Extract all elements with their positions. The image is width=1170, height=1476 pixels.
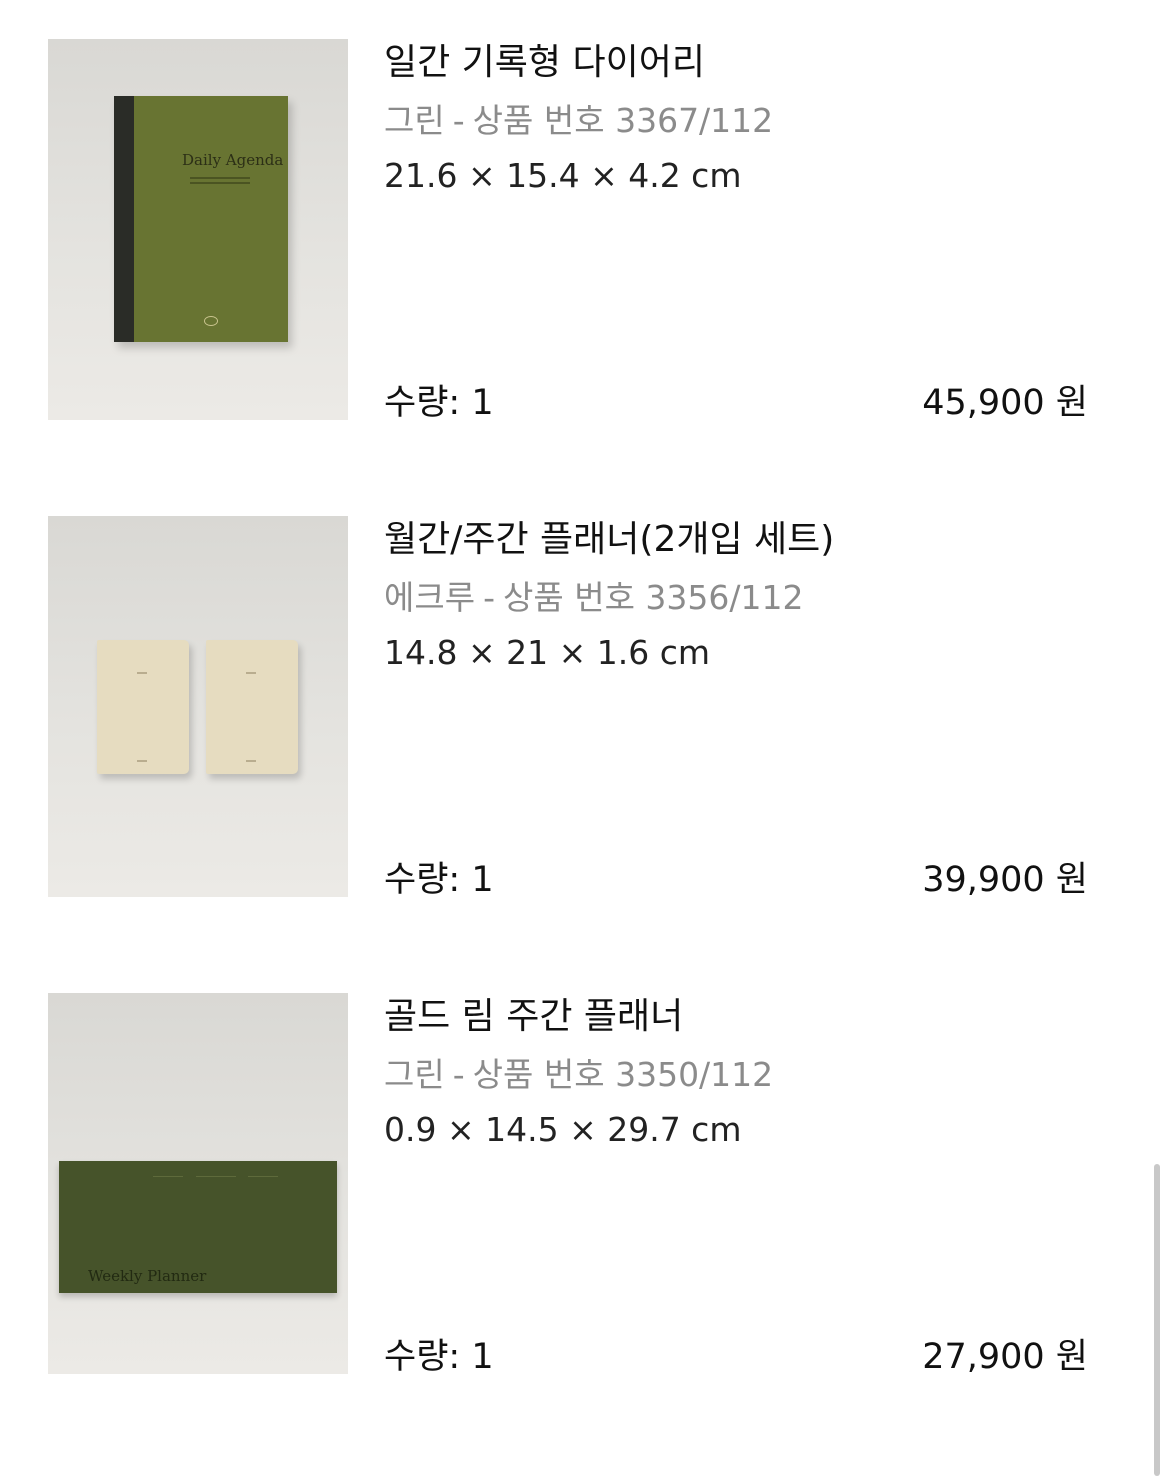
meta-separator: - <box>483 578 496 617</box>
quantity-label: 수량: 1 <box>384 383 494 423</box>
notebook-mark <box>246 672 256 674</box>
product-info: 일간 기록형 다이어리 그린 - 상품 번호 3367/112 21.6 × 15.… <box>384 39 1090 423</box>
product-code: 상품 번호 3367/112 <box>472 101 774 140</box>
cart-item: 월간/주간 플래너(2개입 세트) 에크루 - 상품 번호 3356/112 14.… <box>48 516 1090 900</box>
cover-detail-line <box>196 1176 236 1177</box>
quantity-label: 수량: 1 <box>384 1337 494 1377</box>
cover-detail-line <box>248 1176 278 1177</box>
product-meta: 그린 - 상품 번호 3367/112 <box>384 101 773 141</box>
product-meta: 그린 - 상품 번호 3350/112 <box>384 1055 773 1095</box>
notebook-right <box>206 640 298 774</box>
product-image[interactable]: Weekly Planner <box>48 993 348 1374</box>
notebook-left <box>97 640 189 774</box>
product-meta: 에크루 - 상품 번호 3356/112 <box>384 578 804 618</box>
product-color: 그린 <box>384 1055 445 1094</box>
price-label: 45,900 원 <box>922 383 1088 423</box>
product-code: 상품 번호 3356/112 <box>503 578 804 617</box>
cover-subtitle-lines <box>190 177 250 179</box>
scrollbar[interactable] <box>1154 1164 1160 1476</box>
product-image[interactable] <box>48 516 348 897</box>
cover-title: Weekly Planner <box>88 1267 207 1285</box>
notebook-mark <box>137 672 147 674</box>
agenda-spine <box>114 96 134 342</box>
cart-item: Weekly Planner 골드 림 주간 플래너 그린 - 상품 번호 3350… <box>48 993 1090 1377</box>
price-label: 39,900 원 <box>922 860 1088 900</box>
cover-detail-line <box>153 1176 183 1177</box>
product-dimensions: 21.6 × 15.4 × 4.2 cm <box>384 156 742 195</box>
meta-separator: - <box>452 1055 465 1094</box>
meta-separator: - <box>452 101 465 140</box>
product-name[interactable]: 골드 림 주간 플래너 <box>384 995 683 1039</box>
cart-item: Daily Agenda 일간 기록형 다이어리 그린 - 상품 번호 3367/1… <box>48 39 1090 423</box>
product-name[interactable]: 월간/주간 플래너(2개입 세트) <box>384 518 834 562</box>
product-info: 월간/주간 플래너(2개입 세트) 에크루 - 상품 번호 3356/112 14.… <box>384 516 1090 900</box>
cover-logo <box>204 316 218 326</box>
cover-title: Daily Agenda <box>182 151 284 169</box>
product-name[interactable]: 일간 기록형 다이어리 <box>384 41 705 85</box>
notebook-mark <box>137 760 147 762</box>
notebook-mark <box>246 760 256 762</box>
agenda-cover <box>114 96 288 342</box>
product-dimensions: 0.9 × 14.5 × 29.7 cm <box>384 1110 742 1149</box>
product-color: 그린 <box>384 101 445 140</box>
product-code: 상품 번호 3350/112 <box>472 1055 774 1094</box>
quantity-label: 수량: 1 <box>384 860 494 900</box>
product-image[interactable]: Daily Agenda <box>48 39 348 420</box>
price-label: 27,900 원 <box>922 1337 1088 1377</box>
product-color: 에크루 <box>384 578 476 617</box>
product-info: 골드 림 주간 플래너 그린 - 상품 번호 3350/112 0.9 × 14.5… <box>384 993 1090 1377</box>
product-dimensions: 14.8 × 21 × 1.6 cm <box>384 633 710 672</box>
